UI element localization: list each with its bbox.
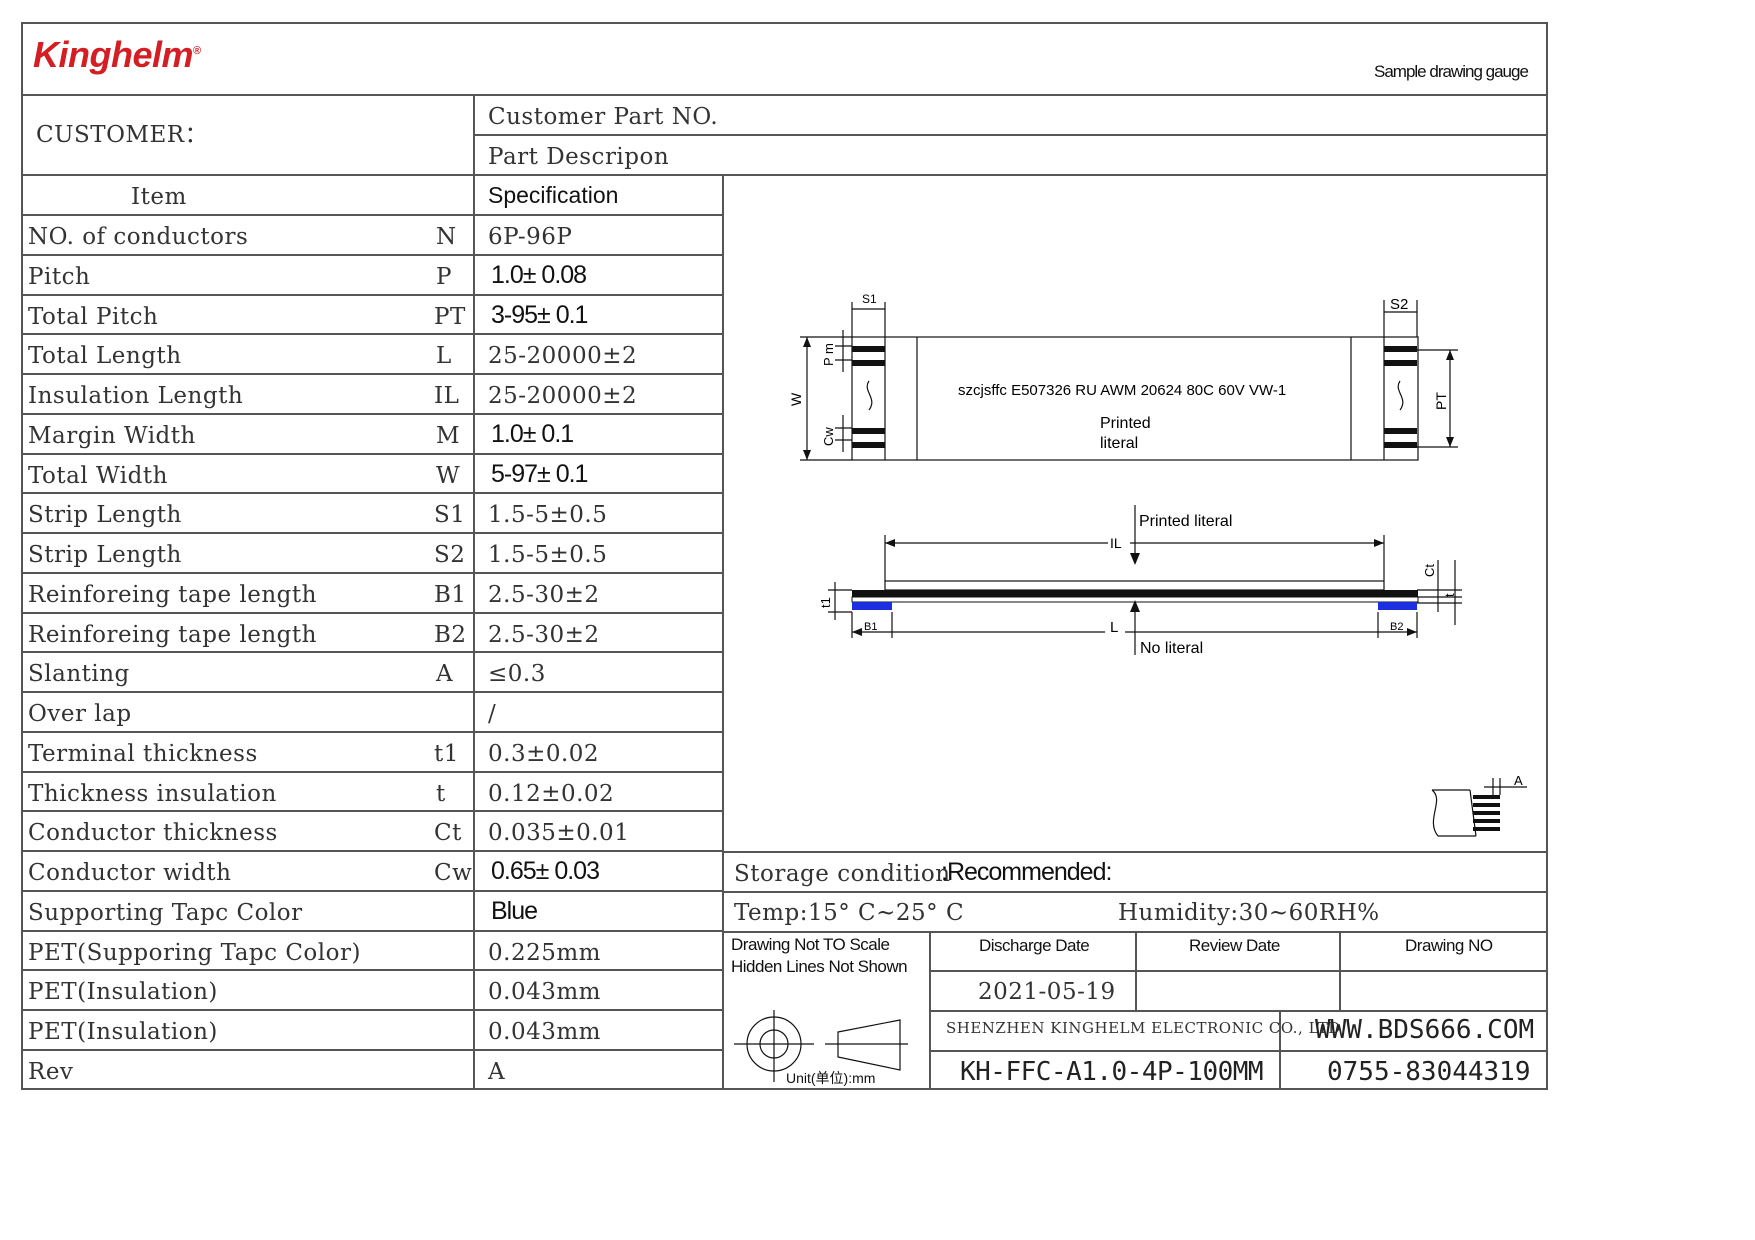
cw-label: Cw: [821, 427, 836, 446]
s1-label: S1: [862, 292, 877, 306]
pm-label: P m: [821, 343, 836, 366]
reinforcing-tape-b1: [852, 602, 892, 610]
humidity-text: Humidity:30~60RH%: [1118, 900, 1380, 926]
b1-label: B1: [864, 621, 877, 633]
t-label: t: [1442, 593, 1457, 597]
s2-label: S2: [1390, 296, 1408, 313]
printed-text-1: Printed: [1100, 415, 1151, 432]
recommended-label: :Recommended:: [941, 858, 1112, 886]
discharge-date-value: 2021-05-19: [978, 979, 1116, 1005]
reinforcing-tape-b2: [1378, 602, 1417, 610]
temperature-text: Temp:15° C~25° C: [734, 900, 965, 926]
title-block-row3: [929, 1010, 1548, 1012]
hidden-lines-note: Hidden Lines Not Shown: [731, 957, 908, 976]
title-block-row4: [929, 1050, 1548, 1052]
ct-label: Ct: [1422, 564, 1437, 577]
printed-literal-label: Printed literal: [1139, 513, 1232, 530]
unit-label: Unit(单位):mm: [786, 1070, 876, 1086]
no-literal-label: No literal: [1140, 640, 1203, 657]
il-label: IL: [1110, 535, 1122, 551]
pt-label: PT: [1433, 392, 1449, 410]
discharge-date-label: Discharge Date: [979, 936, 1090, 955]
review-date-label: Review Date: [1189, 936, 1280, 955]
phone-number: 0755-83044319: [1327, 1057, 1531, 1087]
storage-mid-line: [722, 891, 1548, 893]
scale-note: Drawing Not TO Scale: [731, 935, 890, 954]
t1-label: t1: [818, 597, 833, 608]
b2-label: B2: [1390, 621, 1403, 633]
a-label: A: [1514, 773, 1523, 788]
print-line: szcjsffc E507326 RU AWM 20624 80C 60V VW…: [958, 382, 1286, 399]
storage-top-line: [722, 851, 1548, 853]
printed-text-2: literal: [1100, 435, 1138, 452]
website: WWW.BDS666.COM: [1315, 1015, 1535, 1045]
company-name: SHENZHEN KINGHELM ELECTRONIC CO., LTD: [946, 1019, 1341, 1037]
drawing-no-label: Drawing NO: [1405, 936, 1493, 955]
title-block-row2: [929, 970, 1548, 972]
w-label: W: [788, 392, 804, 406]
l-label: L: [1110, 619, 1118, 636]
storage-label: Storage condition: [734, 861, 951, 887]
part-number: KH-FFC-A1.0-4P-100MM: [960, 1057, 1264, 1087]
